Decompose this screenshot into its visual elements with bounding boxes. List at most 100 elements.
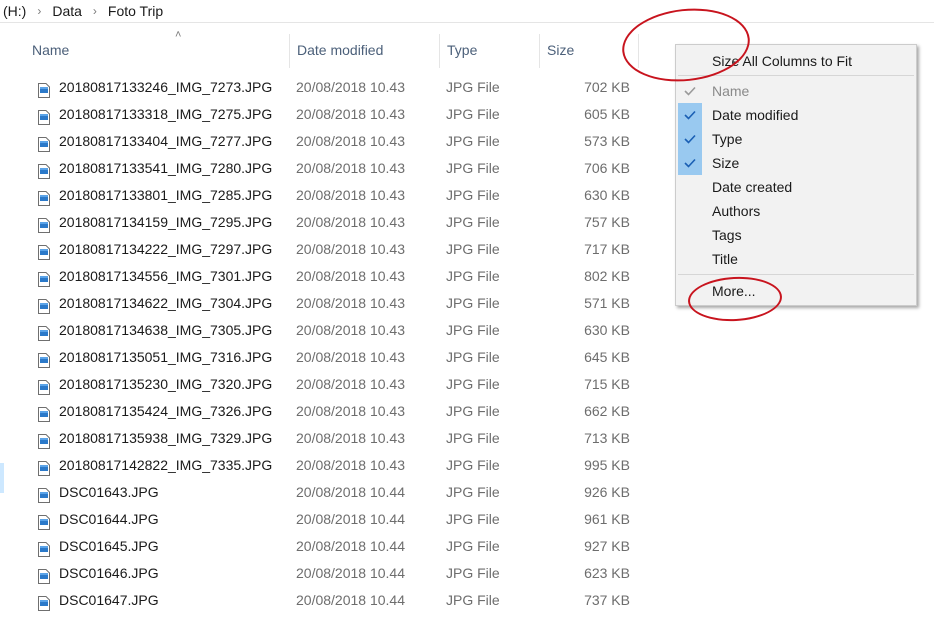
file-name: 20180817133541_IMG_7280.JPG [59, 160, 273, 176]
file-row[interactable]: DSC01647.JPG 20/08/2018 10.44 JPG File 737 … [0, 587, 660, 614]
menu-separator [678, 274, 914, 275]
menu-item-label: Date modified [712, 107, 799, 123]
file-size: 623 KB [584, 565, 630, 581]
file-row[interactable]: DSC01643.JPG 20/08/2018 10.44 JPG File 926 … [0, 479, 660, 506]
file-size: 737 KB [584, 592, 630, 608]
menu-item-size[interactable]: Size [676, 151, 916, 175]
file-row[interactable]: 20180817134222_IMG_7297.JPG 20/08/2018 10… [0, 236, 660, 263]
column-header-type[interactable]: Type [439, 34, 538, 68]
file-size: 702 KB [584, 79, 630, 95]
menu-column-list: Name Date modified Type Size Date created Aut… [676, 79, 916, 271]
column-headers: ˄ Name Date modified Type Size [0, 29, 660, 70]
file-date-modified: 20/08/2018 10.43 [296, 349, 405, 365]
menu-item-title[interactable]: Title [676, 247, 916, 271]
file-row[interactable]: 20180817135230_IMG_7320.JPG 20/08/2018 10… [0, 371, 660, 398]
jpg-file-icon [38, 188, 50, 206]
file-name: 20180817135938_IMG_7329.JPG [59, 430, 273, 446]
menu-item-type[interactable]: Type [676, 127, 916, 151]
menu-item-label: Title [712, 251, 738, 267]
jpg-file-icon [38, 431, 50, 449]
file-size: 573 KB [584, 133, 630, 149]
file-type: JPG File [446, 187, 500, 203]
file-row[interactable]: 20180817134556_IMG_7301.JPG 20/08/2018 10… [0, 263, 660, 290]
file-date-modified: 20/08/2018 10.44 [296, 484, 405, 500]
file-date-modified: 20/08/2018 10.44 [296, 592, 405, 608]
file-name: DSC01643.JPG [59, 484, 159, 500]
file-row[interactable]: 20180817134638_IMG_7305.JPG 20/08/2018 10… [0, 317, 660, 344]
file-type: JPG File [446, 538, 500, 554]
jpg-file-icon [38, 107, 50, 125]
file-row[interactable]: DSC01645.JPG 20/08/2018 10.44 JPG File 927 … [0, 533, 660, 560]
jpg-file-icon [38, 269, 50, 287]
check-icon [678, 103, 702, 127]
file-type: JPG File [446, 403, 500, 419]
file-row[interactable]: 20180817135051_IMG_7316.JPG 20/08/2018 10… [0, 344, 660, 371]
menu-item-date-created[interactable]: Date created [676, 175, 916, 199]
jpg-file-icon [38, 566, 50, 584]
jpg-file-icon [38, 485, 50, 503]
column-header-name[interactable]: ˄ Name [25, 29, 288, 68]
breadcrumb-foto-trip[interactable]: Foto Trip [102, 1, 169, 21]
jpg-file-icon [38, 593, 50, 611]
menu-item-date-modified[interactable]: Date modified [676, 103, 916, 127]
file-date-modified: 20/08/2018 10.43 [296, 241, 405, 257]
file-size: 926 KB [584, 484, 630, 500]
column-header-size-label: Size [547, 42, 575, 58]
check-icon [678, 127, 702, 151]
menu-item-authors[interactable]: Authors [676, 199, 916, 223]
file-type: JPG File [446, 349, 500, 365]
jpg-file-icon [38, 458, 50, 476]
column-header-type-label: Type [447, 42, 478, 58]
file-date-modified: 20/08/2018 10.43 [296, 268, 405, 284]
file-row[interactable]: 20180817142822_IMG_7335.JPG 20/08/2018 10… [0, 452, 660, 479]
file-date-modified: 20/08/2018 10.43 [296, 160, 405, 176]
breadcrumb-data[interactable]: Data [46, 1, 88, 21]
file-date-modified: 20/08/2018 10.44 [296, 511, 405, 527]
jpg-file-icon [38, 215, 50, 233]
file-type: JPG File [446, 322, 500, 338]
file-row[interactable]: 20180817133246_IMG_7273.JPG 20/08/2018 10… [0, 74, 660, 101]
file-name: DSC01646.JPG [59, 565, 159, 581]
file-type: JPG File [446, 484, 500, 500]
file-size: 757 KB [584, 214, 630, 230]
file-date-modified: 20/08/2018 10.44 [296, 538, 405, 554]
menu-item-label: Tags [712, 227, 742, 243]
jpg-file-icon [38, 512, 50, 530]
file-date-modified: 20/08/2018 10.43 [296, 430, 405, 446]
file-row[interactable]: 20180817133541_IMG_7280.JPG 20/08/2018 10… [0, 155, 660, 182]
file-name: 20180817142822_IMG_7335.JPG [59, 457, 273, 473]
file-date-modified: 20/08/2018 10.43 [296, 322, 405, 338]
file-type: JPG File [446, 430, 500, 446]
file-date-modified: 20/08/2018 10.43 [296, 214, 405, 230]
menu-item-tags[interactable]: Tags [676, 223, 916, 247]
file-date-modified: 20/08/2018 10.43 [296, 376, 405, 392]
file-type: JPG File [446, 106, 500, 122]
file-name: DSC01645.JPG [59, 538, 159, 554]
file-row[interactable]: 20180817134159_IMG_7295.JPG 20/08/2018 10… [0, 209, 660, 236]
menu-item-label: Type [712, 131, 743, 147]
sort-ascending-icon: ˄ [175, 29, 182, 41]
file-name: 20180817134159_IMG_7295.JPG [59, 214, 273, 230]
file-name: 20180817133318_IMG_7275.JPG [59, 106, 273, 122]
file-row[interactable]: 20180817135424_IMG_7326.JPG 20/08/2018 10… [0, 398, 660, 425]
chevron-right-icon[interactable]: › [88, 1, 102, 21]
file-name: DSC01647.JPG [59, 592, 159, 608]
file-row[interactable]: DSC01646.JPG 20/08/2018 10.44 JPG File 623 … [0, 560, 660, 587]
file-row[interactable]: 20180817135938_IMG_7329.JPG 20/08/2018 10… [0, 425, 660, 452]
column-header-date-modified[interactable]: Date modified [289, 34, 438, 68]
breadcrumb-drive[interactable]: (H:) [0, 1, 32, 21]
file-row[interactable]: 20180817133318_IMG_7275.JPG 20/08/2018 10… [0, 101, 660, 128]
file-row[interactable]: 20180817134622_IMG_7304.JPG 20/08/2018 10… [0, 290, 660, 317]
file-row[interactable]: 20180817133404_IMG_7277.JPG 20/08/2018 10… [0, 128, 660, 155]
jpg-file-icon [38, 134, 50, 152]
jpg-file-icon [38, 242, 50, 260]
jpg-file-icon [38, 296, 50, 314]
file-size: 995 KB [584, 457, 630, 473]
file-row[interactable]: DSC01644.JPG 20/08/2018 10.44 JPG File 961 … [0, 506, 660, 533]
file-list: 20180817133246_IMG_7273.JPG 20/08/2018 10… [0, 74, 660, 614]
file-size: 713 KB [584, 430, 630, 446]
file-row[interactable]: 20180817133801_IMG_7285.JPG 20/08/2018 10… [0, 182, 660, 209]
file-type: JPG File [446, 79, 500, 95]
chevron-right-icon[interactable]: › [32, 1, 46, 21]
file-type: JPG File [446, 457, 500, 473]
